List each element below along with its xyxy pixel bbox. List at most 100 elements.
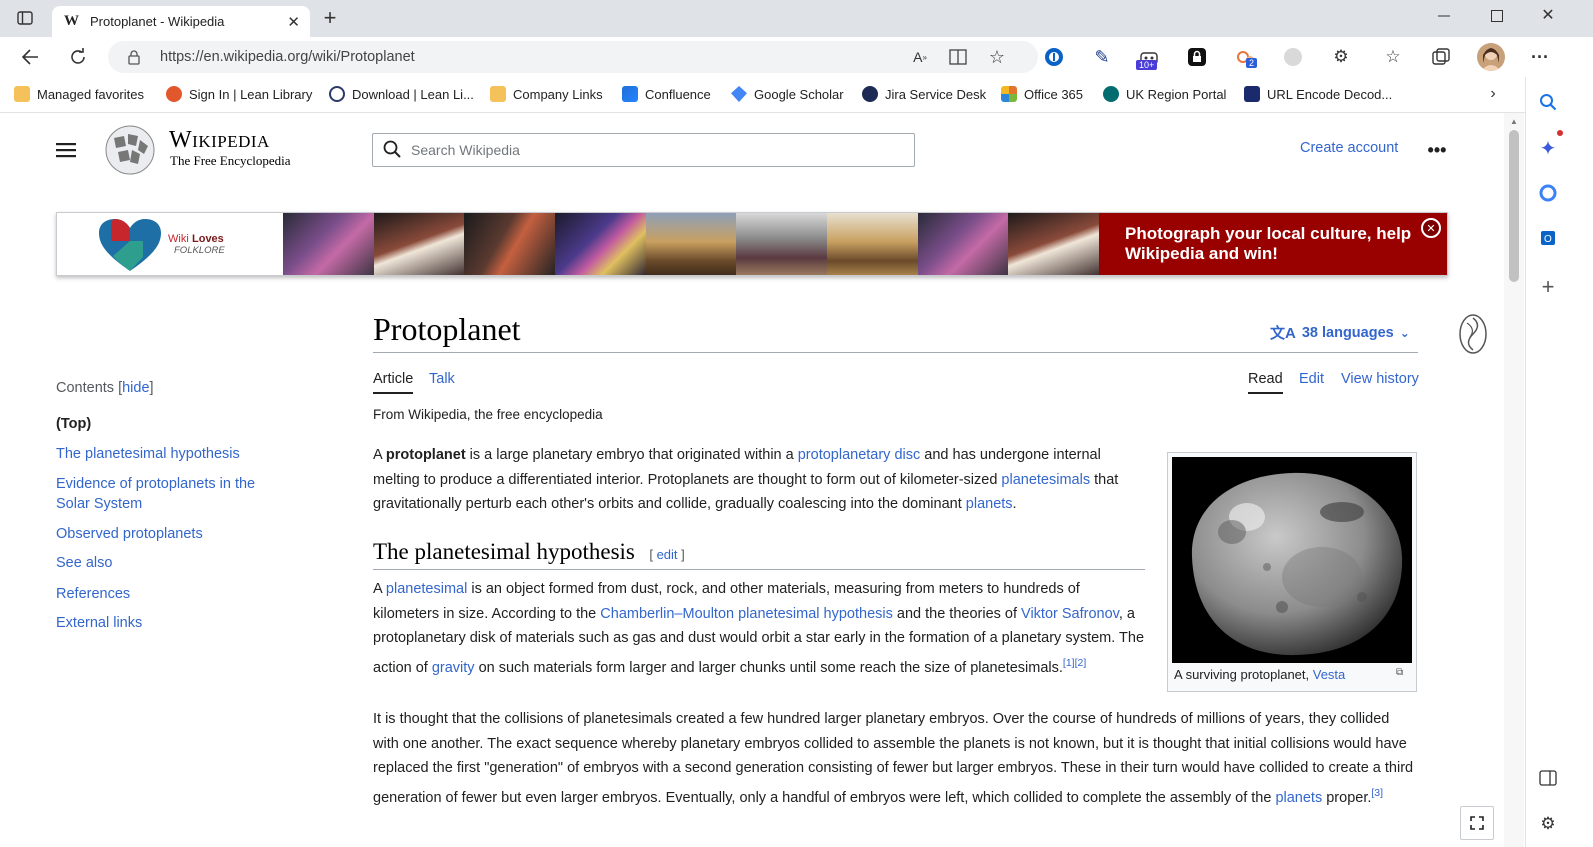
link-protoplanetary-disc[interactable]: protoplanetary disc [798,447,921,463]
read-aloud-icon[interactable]: A» [910,47,930,67]
more-options-icon[interactable]: ··· [1528,46,1552,68]
favorite-lean-library-signin[interactable]: Sign In | Lean Library [166,86,312,102]
banner-close-icon[interactable]: ✕ [1421,218,1441,238]
toc-item-references[interactable]: References [56,584,130,604]
link-planets[interactable]: planets [1275,790,1322,806]
wikipedia-search-input[interactable]: Search Wikipedia [372,133,915,167]
stack-extension-icon[interactable]: 2 [1232,44,1260,72]
tab-read[interactable]: Read [1248,371,1283,394]
title-underline [373,352,1418,353]
robot-extension-icon[interactable]: 10+ [1136,44,1162,72]
lock-icon[interactable] [126,49,142,65]
profile-avatar[interactable] [1477,43,1505,71]
vesta-image[interactable] [1172,457,1412,663]
wikipedia-logo[interactable]: Wikipedia The Free Encyclopedia [104,124,304,176]
infobox-caption: A surviving protoplanet, Vesta [1174,667,1345,682]
fullscreen-toggle-icon[interactable] [1460,806,1494,840]
sidebar-toggle-icon[interactable] [1536,766,1560,790]
create-account-link[interactable]: Create account [1300,140,1398,156]
favorites-icon[interactable]: ☆ [1382,46,1404,68]
search-icon[interactable] [1536,90,1560,114]
url-text[interactable]: https://en.wikipedia.org/wiki/Protoplane… [160,49,415,65]
lock-extension-icon[interactable] [1186,46,1208,68]
favorite-confluence[interactable]: Confluence [622,86,711,102]
add-app-icon[interactable]: + [1536,274,1560,299]
extensions-puzzle-icon[interactable]: ⚙ [1330,46,1352,68]
page-tools-ammonite-icon[interactable] [1457,313,1489,355]
tab-talk[interactable]: Talk [429,371,455,387]
toc-item-top[interactable]: (Top) [56,414,91,434]
minimize-button[interactable] [1432,6,1456,26]
favorite-uk-region-portal[interactable]: UK Region Portal [1103,86,1226,102]
favorites-bar: Managed favorites Sign In | Lean Library… [0,77,1593,113]
maximize-button[interactable] [1485,6,1509,26]
text: A [373,447,386,463]
section-edit-bracket: [ edit ] [649,547,685,562]
link-chamberlin-moulton[interactable]: Chamberlin–Moulton planetesimal hypothes… [600,606,893,622]
link-planetesimal[interactable]: planetesimal [386,581,467,597]
lean-library-icon [166,86,182,102]
favorite-company-links[interactable]: Company Links [490,86,603,102]
language-selector[interactable]: 文A 38 languages ⌄ [1270,322,1410,343]
favorite-office-365[interactable]: Office 365 [1001,86,1083,102]
citation-3[interactable]: [3] [1371,787,1383,799]
password-manager-icon[interactable] [1043,46,1065,68]
text: A [373,581,386,597]
tab-close-icon[interactable]: ✕ [287,13,300,31]
outlook-icon[interactable]: O [1536,226,1560,250]
close-window-button[interactable]: ✕ [1536,5,1560,25]
user-menu-ellipsis-icon[interactable]: ••• [1425,138,1449,162]
toc-item-evidence[interactable]: Evidence of protoplanets in the Solar Sy… [56,474,276,514]
favorite-label: Sign In | Lean Library [189,86,313,102]
link-planets[interactable]: planets [966,496,1013,512]
refresh-icon[interactable] [66,45,90,69]
immersive-reader-icon[interactable] [948,47,968,67]
favorite-lean-library-download[interactable]: Download | Lean Li... [329,86,474,102]
link-planetesimals[interactable]: planetesimals [1001,472,1090,488]
citation-1-2[interactable]: [1][2] [1063,657,1086,669]
text: proper. [1322,789,1372,806]
favorite-label: Google Scholar [754,86,844,102]
link-viktor-safronov[interactable]: Viktor Safronov [1021,606,1119,622]
disabled-extension-icon[interactable] [1282,46,1304,68]
scroll-up-arrow[interactable]: ▲ [1510,117,1518,126]
address-bar[interactable]: https://en.wikipedia.org/wiki/Protoplane… [108,41,1038,73]
favorite-managed[interactable]: Managed favorites [14,86,144,102]
copilot-app-icon[interactable] [1536,181,1560,205]
tab-edit[interactable]: Edit [1299,371,1324,387]
favorite-url-encode[interactable]: URL Encode Decod... [1244,86,1392,102]
toc-item-planetesimal-hypothesis[interactable]: The planetesimal hypothesis [56,444,240,464]
pen-tool-icon[interactable]: ✎ [1091,46,1113,68]
wiki-loves-folklore-banner[interactable]: Wiki Loves FOLKLORE Photograph your loca… [56,212,1448,276]
add-favorite-icon[interactable]: ☆ [986,46,1008,68]
new-tab-button[interactable]: + [318,5,342,30]
favorite-jira[interactable]: Jira Service Desk [862,86,986,102]
tab-article[interactable]: Article [373,371,414,394]
settings-gear-icon[interactable]: ⚙ [1536,812,1560,836]
tab-actions-icon[interactable] [14,8,36,28]
link-vesta[interactable]: Vesta [1313,667,1346,682]
search-icon [383,140,401,161]
back-arrow-icon[interactable] [18,45,42,69]
browser-tab[interactable]: W Protoplanet - Wikipedia ✕ [52,6,310,37]
enlarge-icon[interactable]: ⧉ [1396,667,1403,678]
page-scrollbar[interactable]: ▲ [1504,113,1524,847]
favorite-label: Managed favorites [37,86,144,102]
scrollbar-thumb[interactable] [1509,130,1519,282]
main-menu-icon[interactable] [54,138,78,162]
section-edit-link[interactable]: edit [657,547,678,562]
copilot-sparkle-icon[interactable]: ✦ [1536,136,1560,160]
collections-icon[interactable] [1430,46,1452,68]
link-gravity[interactable]: gravity [432,660,475,676]
toc-item-external-links[interactable]: External links [56,613,142,633]
tab-view-history[interactable]: View history [1341,371,1419,387]
banner-photo-strip [283,213,1100,275]
toc-hide-link[interactable]: hide [122,380,149,396]
wikipedia-favicon: W [64,13,79,29]
toc-item-observed-protoplanets[interactable]: Observed protoplanets [56,524,203,544]
toc-item-see-also[interactable]: See also [56,553,112,573]
banner-message-panel[interactable]: Photograph your local culture, help Wiki… [1099,213,1447,275]
chevron-right-icon[interactable]: › [1483,84,1503,104]
favorite-label: Company Links [513,86,603,102]
favorite-google-scholar[interactable]: Google Scholar [731,86,844,102]
